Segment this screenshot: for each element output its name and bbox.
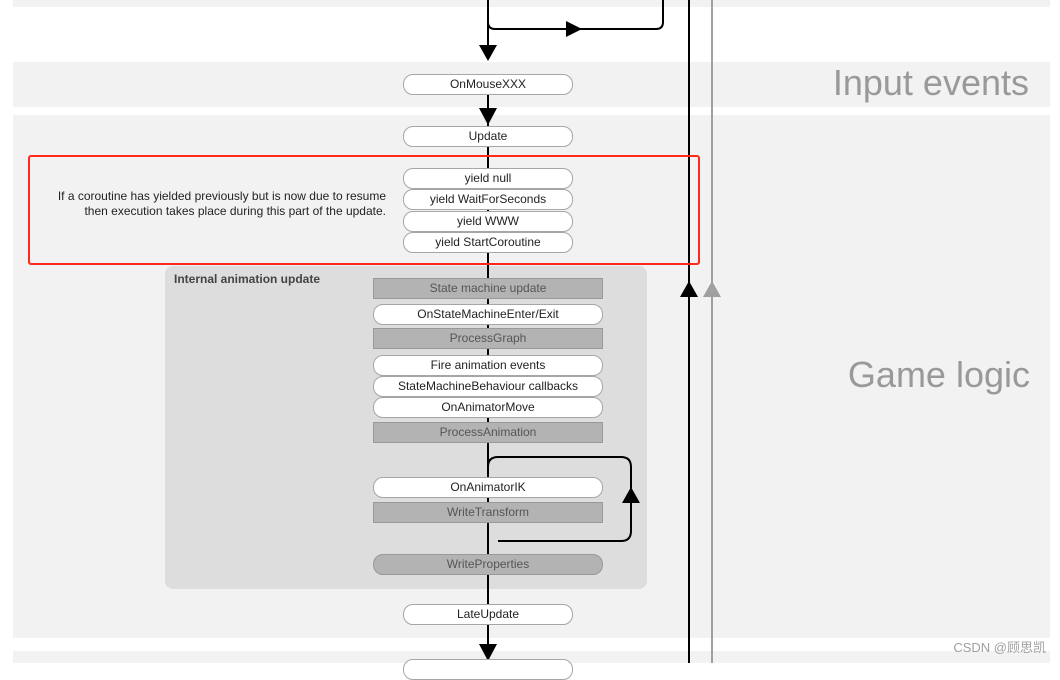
node-onanimatorik: OnAnimatorIK	[373, 477, 603, 498]
watermark: CSDN @顾思凯	[953, 640, 1046, 655]
node-processgraph: ProcessGraph	[373, 328, 603, 349]
node-yield-startcoroutine: yield StartCoroutine	[403, 232, 573, 253]
arrow-down-to-update-icon	[479, 108, 497, 125]
node-processanimation: ProcessAnimation	[373, 422, 603, 443]
ik-loop-arrow-icon	[622, 487, 640, 503]
node-statemachinebehaviour-callbacks: StateMachineBehaviour callbacks	[373, 376, 603, 397]
node-yield-waitforseconds: yield WaitForSeconds	[403, 189, 573, 210]
node-writetransform: WriteTransform	[373, 502, 603, 523]
ik-loop-path	[487, 456, 632, 542]
node-next-section-partial	[403, 659, 573, 680]
node-onstatemachineenter-exit: OnStateMachineEnter/Exit	[373, 304, 603, 325]
return-arrow-black-icon	[680, 281, 698, 297]
node-lateupdate: LateUpdate	[403, 604, 573, 625]
return-arrow-gray-icon	[703, 281, 721, 297]
top-loop-path	[487, 0, 664, 30]
node-writeproperties: WriteProperties	[373, 554, 603, 575]
node-state-machine-update: State machine update	[373, 278, 603, 299]
coroutine-note: If a coroutine has yielded previously bu…	[57, 189, 386, 218]
node-yield-null: yield null	[403, 168, 573, 189]
node-onanimatormove: OnAnimatorMove	[373, 397, 603, 418]
node-fire-animation-events: Fire animation events	[373, 355, 603, 376]
arrow-down-to-input-icon	[479, 45, 497, 61]
node-onmousexxx: OnMouseXXX	[403, 74, 573, 95]
node-update: Update	[403, 126, 573, 147]
node-yield-www: yield WWW	[403, 211, 573, 232]
top-loop-arrow-icon	[566, 21, 582, 37]
